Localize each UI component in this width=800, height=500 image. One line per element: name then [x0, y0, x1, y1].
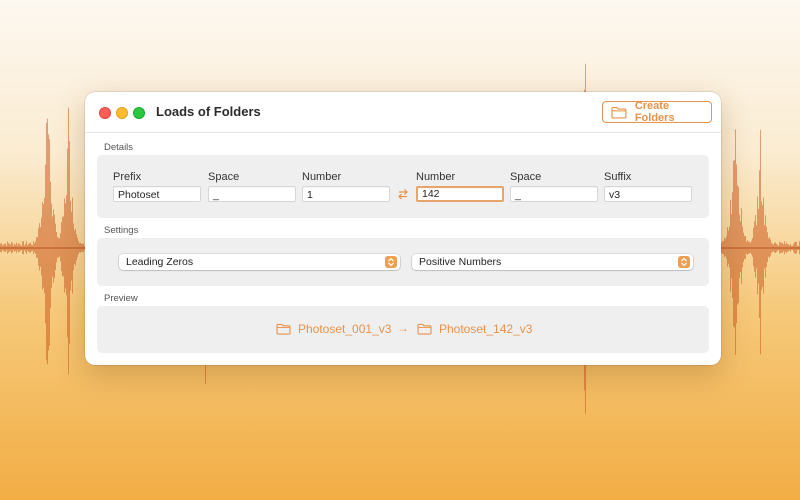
- right-space-field[interactable]: _: [510, 186, 598, 202]
- folder-icon: [417, 323, 432, 335]
- chevron-updown-icon: [678, 256, 690, 268]
- right-number-label: Number: [416, 171, 456, 183]
- chevron-updown-icon: [385, 256, 397, 268]
- left-number-field[interactable]: 1: [302, 186, 390, 202]
- left-space-label: Space: [208, 171, 240, 183]
- leading-zeros-value: Leading Zeros: [126, 256, 194, 268]
- right-space-label: Space: [510, 171, 542, 183]
- create-folders-label: Create Folders: [634, 100, 675, 124]
- leading-zeros-popup[interactable]: Leading Zeros: [119, 254, 400, 270]
- minimize-button[interactable]: [116, 107, 128, 119]
- left-number-label: Number: [302, 171, 342, 183]
- prefix-label: Prefix: [113, 171, 142, 183]
- suffix-label: Suffix: [604, 171, 632, 183]
- zoom-button[interactable]: [133, 107, 145, 119]
- close-button[interactable]: [99, 107, 111, 119]
- positive-numbers-value: Positive Numbers: [419, 256, 502, 268]
- details-panel: Prefix Photoset Space _ Number 1 Number …: [97, 155, 709, 218]
- main-window: Loads of Folders Create Folders Details …: [85, 92, 721, 365]
- create-folders-button[interactable]: Create Folders: [602, 100, 712, 124]
- settings-section-label: Settings: [104, 225, 139, 236]
- positive-numbers-popup[interactable]: Positive Numbers: [412, 254, 693, 270]
- preview-section-label: Preview: [104, 293, 138, 304]
- prefix-field[interactable]: Photoset: [113, 186, 201, 202]
- details-section-label: Details: [104, 142, 134, 153]
- right-number-field[interactable]: 142: [416, 186, 504, 202]
- preview-panel: Photoset_001_v3 → Photoset_142_v3: [97, 306, 709, 353]
- suffix-field[interactable]: v3: [604, 186, 692, 202]
- swap-arrows-icon[interactable]: [397, 188, 409, 200]
- arrow-right-icon: →: [397, 321, 409, 335]
- preview-to-name: Photoset_142_v3: [439, 322, 533, 336]
- settings-panel: Leading Zeros Positive Numbers: [97, 238, 709, 286]
- folder-icon: [611, 106, 627, 119]
- title-bar: Loads of Folders Create Folders: [85, 92, 721, 133]
- preview-from-name: Photoset_001_v3: [298, 322, 392, 336]
- left-space-field[interactable]: _: [208, 186, 296, 202]
- folder-icon: [276, 323, 291, 335]
- window-title: Loads of Folders: [156, 104, 261, 119]
